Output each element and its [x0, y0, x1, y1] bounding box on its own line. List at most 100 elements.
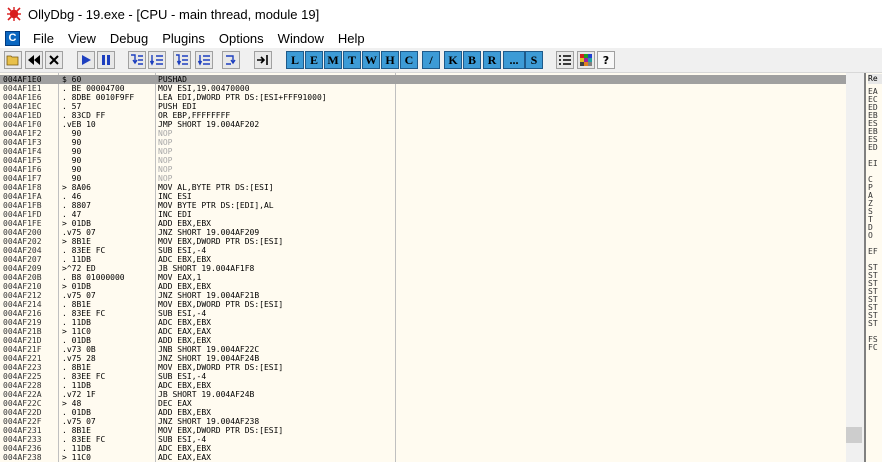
step-over-icon[interactable] [148, 51, 166, 69]
vertical-scrollbar[interactable] [846, 73, 862, 462]
disasm-row[interactable]: 004AF202 > 8B1E MOV EBX,DWORD PTR DS:[ESI] [0, 237, 862, 246]
disasm-row[interactable]: 004AF1EC . 57 PUSH EDI [0, 102, 862, 111]
disasm-row[interactable]: 004AF1F6 90 NOP [0, 165, 862, 174]
disasm-row[interactable]: 004AF21F .v73 0B JNB SHORT 19.004AF22C [0, 345, 862, 354]
row-address: 004AF202 [3, 237, 42, 246]
disasm-row[interactable]: 004AF1E0 $ 60 PUSHAD [0, 75, 862, 84]
disasm-row[interactable]: 004AF1FD . 47 INC EDI [0, 210, 862, 219]
row-hex-dump: . 8807 [62, 201, 91, 210]
row-hex-dump: 90 [62, 174, 82, 183]
trace-over-icon[interactable] [195, 51, 213, 69]
disasm-row[interactable]: 004AF214 . 8B1E MOV EBX,DWORD PTR DS:[ESI] [0, 300, 862, 309]
disasm-row[interactable]: 004AF219 . 11DB ADC EBX,EBX [0, 318, 862, 327]
menu-window[interactable]: Window [271, 31, 331, 46]
disasm-row[interactable]: 004AF1F8 > 8A06 MOV AL,BYTE PTR DS:[ESI] [0, 183, 862, 192]
disasm-row[interactable]: 004AF1FE > 01DB ADD EBX,EBX [0, 219, 862, 228]
menu-help[interactable]: Help [331, 31, 372, 46]
disasm-row[interactable]: 004AF223 . 8B1E MOV EBX,DWORD PTR DS:[ESI] [0, 363, 862, 372]
disasm-row[interactable]: 004AF225 . 83EE FC SUB ESI,-4 [0, 372, 862, 381]
row-address: 004AF1F5 [3, 156, 42, 165]
disasm-row[interactable]: 004AF1E1 . BE 00004700 MOV ESI,19.00470000 [0, 84, 862, 93]
open-folder-icon[interactable] [4, 51, 22, 69]
menu-plugins[interactable]: Plugins [155, 31, 212, 46]
disasm-row[interactable]: 004AF233 . 83EE FC SUB ESI,-4 [0, 435, 862, 444]
disasm-row[interactable]: 004AF22C > 48 DEC EAX [0, 399, 862, 408]
disasm-row[interactable]: 004AF209 >^72 ED JB SHORT 19.004AF1F8 [0, 264, 862, 273]
memory-map-button[interactable]: M [324, 51, 342, 69]
disasm-row[interactable]: 004AF221 .v75 28 JNZ SHORT 19.004AF24B [0, 354, 862, 363]
disasm-row[interactable]: 004AF21D . 01DB ADD EBX,EBX [0, 336, 862, 345]
row-address: 004AF1FE [3, 219, 42, 228]
disasm-row[interactable]: 004AF1FA . 46 INC ESI [0, 192, 862, 201]
run-trace-button[interactable]: ... [503, 51, 525, 69]
breakpoints-window-button[interactable]: B [463, 51, 481, 69]
disasm-row[interactable]: 004AF238 > 11C0 ADC EAX,EAX [0, 453, 862, 462]
disasm-row[interactable]: 004AF22A .v72 1F JB SHORT 19.004AF24B [0, 390, 862, 399]
step-into-icon[interactable] [128, 51, 146, 69]
pause-icon[interactable] [97, 51, 115, 69]
disasm-row[interactable]: 004AF210 > 01DB ADD EBX,EBX [0, 282, 862, 291]
trace-into-icon[interactable] [173, 51, 191, 69]
menu-view[interactable]: View [61, 31, 103, 46]
disasm-row[interactable]: 004AF216 . 83EE FC SUB ESI,-4 [0, 309, 862, 318]
modules-window-button[interactable]: E [305, 51, 323, 69]
disasm-row[interactable]: 004AF228 . 11DB ADC EBX,EBX [0, 381, 862, 390]
patches-window-button[interactable]: / [422, 51, 440, 69]
row-instruction: INC ESI [158, 192, 192, 201]
disasm-row[interactable]: 004AF1F7 90 NOP [0, 174, 862, 183]
call-stack-button[interactable]: K [444, 51, 462, 69]
registers-pane[interactable]: Re EA EC ED EB ES EB ES ED EI C P A Z S T D O EF ST ST ST ST S… [864, 73, 882, 462]
disasm-row[interactable]: 004AF1FB . 8807 MOV BYTE PTR DS:[EDI],AL [0, 201, 862, 210]
cpu-window-button[interactable]: C [400, 51, 418, 69]
row-instruction: JNZ SHORT 19.004AF209 [158, 228, 260, 237]
disasm-row[interactable]: 004AF236 . 11DB ADC EBX,EBX [0, 444, 862, 453]
help-button[interactable]: ? [597, 51, 615, 69]
row-hex-dump: 90 [62, 129, 82, 138]
windows-list-button[interactable]: W [362, 51, 380, 69]
disasm-row[interactable]: 004AF1F2 90 NOP [0, 129, 862, 138]
appearance-colors-icon[interactable] [577, 51, 595, 69]
register-label: ED [868, 143, 878, 152]
disasm-row[interactable]: 004AF204 . 83EE FC SUB ESI,-4 [0, 246, 862, 255]
cpu-window-icon[interactable]: C [5, 30, 20, 46]
execute-till-return-icon[interactable] [222, 51, 240, 69]
threads-window-button[interactable]: T [343, 51, 361, 69]
disasm-row[interactable]: 004AF22D . 01DB ADD EBX,EBX [0, 408, 862, 417]
close-icon[interactable] [45, 51, 63, 69]
disasm-row[interactable]: 004AF21B > 11C0 ADC EAX,EAX [0, 327, 862, 336]
menu-debug[interactable]: Debug [103, 31, 155, 46]
disasm-row[interactable]: 004AF1F5 90 NOP [0, 156, 862, 165]
log-window-button[interactable]: L [286, 51, 304, 69]
row-address: 004AF1E1 [3, 84, 42, 93]
row-hex-dump: > 11C0 [62, 453, 91, 462]
handles-window-button[interactable]: H [381, 51, 399, 69]
scrollbar-thumb[interactable] [846, 427, 862, 443]
rewind-icon[interactable] [25, 51, 43, 69]
disasm-row[interactable]: 004AF1F4 90 NOP [0, 147, 862, 156]
run-icon[interactable] [77, 51, 95, 69]
row-hex-dump: . 57 [62, 102, 82, 111]
disasm-row[interactable]: 004AF22F .v75 07 JNZ SHORT 19.004AF238 [0, 417, 862, 426]
row-instruction: NOP [158, 129, 173, 138]
disasm-row[interactable]: 004AF1F3 90 NOP [0, 138, 862, 147]
source-window-button[interactable]: S [525, 51, 543, 69]
disasm-row[interactable]: 004AF231 . 8B1E MOV EBX,DWORD PTR DS:[ESI] [0, 426, 862, 435]
row-hex-dump: . 83EE FC [62, 435, 106, 444]
disasm-row[interactable]: 004AF20B . B8 01000000 MOV EAX,1 [0, 273, 862, 282]
disasm-row[interactable]: 004AF1E6 . 8DBE 0010F9FF LEA EDI,DWORD PTR… [0, 93, 862, 102]
disasm-row[interactable]: 004AF200 .v75 07 JNZ SHORT 19.004AF209 [0, 228, 862, 237]
disasm-row[interactable]: 004AF1F0 .vEB 10 JMP SHORT 19.004AF202 [0, 120, 862, 129]
menu-options[interactable]: Options [212, 31, 271, 46]
row-instruction: ADD EBX,EBX [158, 282, 211, 291]
row-address: 004AF228 [3, 381, 42, 390]
references-window-button[interactable]: R [483, 51, 501, 69]
disassembly-pane[interactable]: 004AF1E0 $ 60 PUSHAD 004AF1E1 . BE 00004700 M… [0, 73, 862, 462]
go-to-origin-icon[interactable] [254, 51, 272, 69]
list-view-icon[interactable] [556, 51, 574, 69]
disasm-row[interactable]: 004AF212 .v75 07 JNZ SHORT 19.004AF21B [0, 291, 862, 300]
disasm-row[interactable]: 004AF207 . 11DB ADC EBX,EBX [0, 255, 862, 264]
menu-file[interactable]: File [26, 31, 61, 46]
title-bar: OllyDbg - 19.exe - [CPU - main thread, m… [0, 0, 882, 28]
row-instruction: ADC EAX,EAX [158, 453, 211, 462]
disasm-row[interactable]: 004AF1ED . 83CD FF OR EBP,FFFFFFFF [0, 111, 862, 120]
